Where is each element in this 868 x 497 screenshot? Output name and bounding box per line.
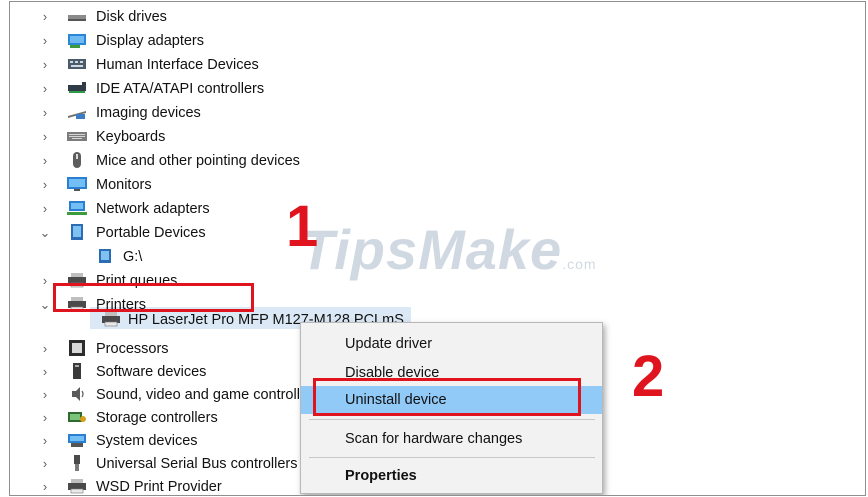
chevron-right-icon[interactable]: › [38,173,52,196]
network-adapter-icon [66,199,88,217]
tree-item-keyboards[interactable]: › Keyboards [10,125,610,148]
monitor-icon [66,175,88,193]
tree-item-mice[interactable]: › Mice and other pointing devices [10,149,610,172]
menu-separator [309,457,595,458]
tree-item-label: Storage controllers [96,409,218,426]
menu-separator [309,419,595,420]
imaging-device-icon [66,103,88,121]
chevron-right-icon[interactable]: › [38,197,52,220]
tree-item-human-interface-devices[interactable]: › Human Interface Devices [10,53,610,76]
mouse-icon [66,151,88,169]
portable-device-icon [66,223,88,241]
display-adapter-icon [66,31,88,49]
chevron-right-icon[interactable]: › [38,29,52,52]
tree-item-disk-drives[interactable]: › Disk drives [10,5,610,28]
watermark-suffix: .com [562,256,597,272]
chevron-right-icon[interactable]: › [38,383,52,406]
tree-item-label: Keyboards [96,128,166,145]
tree-item-label: WSD Print Provider [96,478,222,495]
device-manager-window: › Disk drives › Display adapters › Human… [9,1,866,496]
tree-item-label: Sound, video and game controllers [96,386,321,403]
printers-highlight-box [53,283,254,312]
printer-device-icon [100,310,122,328]
menu-item-update-driver[interactable]: Update driver [301,330,602,358]
chevron-right-icon[interactable]: › [38,429,52,452]
menu-item-label: Update driver [345,336,433,352]
chevron-right-icon[interactable]: › [38,149,52,172]
menu-item-scan-hardware[interactable]: Scan for hardware changes [301,425,602,453]
chevron-right-icon[interactable]: › [38,77,52,100]
tree-item-label: Monitors [96,176,152,193]
tree-item-label: Human Interface Devices [96,56,259,73]
chevron-right-icon[interactable]: › [38,337,52,360]
tree-item-display-adapters[interactable]: › Display adapters [10,29,610,52]
tree-item-imaging-devices[interactable]: › Imaging devices [10,101,610,124]
keyboard-icon [66,127,88,145]
ide-controller-icon [66,79,88,97]
storage-controller-icon [66,408,88,426]
chevron-right-icon[interactable]: › [38,452,52,475]
step-2-label: 2 [632,344,665,409]
menu-item-label: Properties [345,468,417,484]
watermark-logo: TipsMake.com [300,217,597,282]
chevron-right-icon[interactable]: › [38,269,52,292]
hid-icon [66,55,88,73]
chevron-right-icon[interactable]: › [38,360,52,383]
tree-item-label: Universal Serial Bus controllers [96,455,298,472]
tree-item-ide-controllers[interactable]: › IDE ATA/ATAPI controllers [10,77,610,100]
chevron-right-icon[interactable]: › [38,475,52,495]
watermark-text: TipsMake [300,218,563,281]
chevron-right-icon[interactable]: › [38,406,52,429]
chevron-right-icon[interactable]: › [38,101,52,124]
uninstall-highlight-box [313,378,581,416]
tree-item-label: IDE ATA/ATAPI controllers [96,80,265,97]
tree-item-label: Software devices [96,363,207,380]
tree-item-label: Portable Devices [96,224,206,241]
software-device-icon [66,362,88,380]
tree-item-label: Disk drives [96,8,167,25]
tree-item-label: Imaging devices [96,104,201,121]
chevron-right-icon[interactable]: › [38,53,52,76]
tree-item-label: Mice and other pointing devices [96,152,300,169]
tree-item-label: Processors [96,340,169,357]
menu-item-properties[interactable]: Properties [301,462,602,490]
tree-item-label: G:\ [123,248,143,265]
portable-drive-icon [94,247,116,265]
tree-item-label: Network adapters [96,200,210,217]
disk-drive-icon [66,7,88,25]
step-1-label: 1 [286,194,319,259]
chevron-down-icon[interactable]: ⌄ [38,221,52,244]
sound-icon [66,385,88,403]
tree-item-label: Display adapters [96,32,204,49]
usb-icon [66,454,88,472]
processor-icon [66,339,88,357]
chevron-right-icon[interactable]: › [38,125,52,148]
system-device-icon [66,431,88,449]
chevron-right-icon[interactable]: › [38,5,52,28]
menu-item-label: Scan for hardware changes [345,431,523,447]
wsd-printer-icon [66,477,88,495]
tree-item-label: System devices [96,432,198,449]
tree-item-monitors[interactable]: › Monitors [10,173,610,196]
